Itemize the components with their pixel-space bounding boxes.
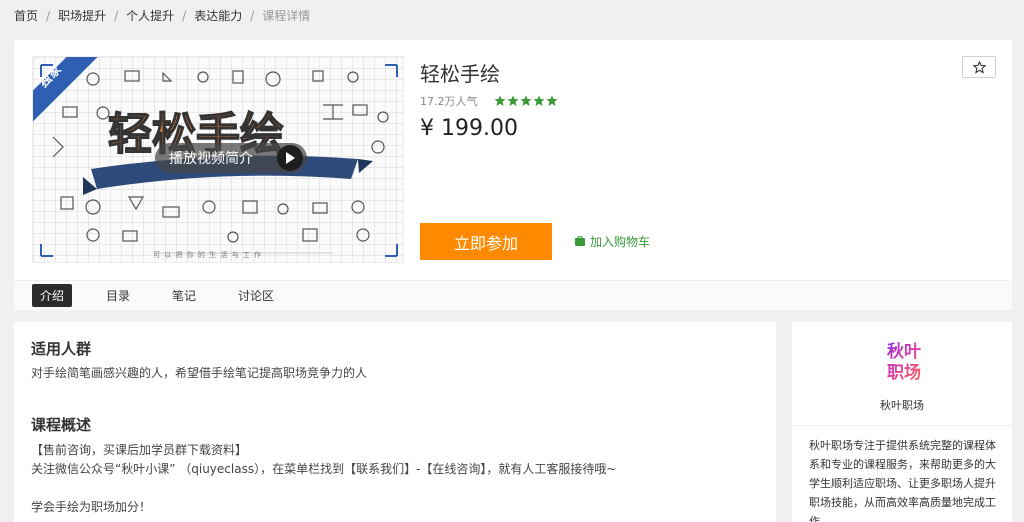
overview-line-3: 学会手绘为职场加分！: [31, 500, 152, 514]
provider-card: 秋叶 职场 秋叶职场 秋叶职场专注于提供系统完整的课程体系和专业的课程服务，来帮…: [792, 322, 1012, 522]
play-intro-button[interactable]: 播放视频简介: [155, 143, 307, 173]
cover-footer-text: 可 以 把 你 的 生 活 与 工 作: [153, 251, 263, 259]
course-title: 轻松手绘: [420, 62, 500, 86]
breadcrumb-career[interactable]: 职场提升: [58, 7, 106, 24]
audience-title: 适用人群: [31, 340, 92, 358]
course-price: ¥ 199.00: [420, 116, 518, 141]
star-icon: [507, 95, 518, 106]
tab-discussion[interactable]: 讨论区: [230, 284, 282, 307]
cart-icon: [575, 236, 585, 246]
provider-logo-line-1: 秋叶: [887, 342, 921, 362]
breadcrumb-home[interactable]: 首页: [14, 7, 38, 24]
exclusive-badge-label: 独家: [36, 61, 65, 91]
exclusive-badge: 独家: [33, 57, 103, 127]
course-meta: 17.2万人气: [420, 93, 558, 109]
provider-name[interactable]: 秋叶职场: [792, 397, 1012, 413]
course-tabs: 介绍 目录 笔记 讨论区: [14, 280, 1012, 310]
course-card: 轻松手绘 独家 播放视频简介 可 以 把 你 的 生 活 与 工 作 轻松手绘 …: [14, 40, 1012, 310]
star-icon: [546, 95, 557, 106]
tab-notes[interactable]: 笔记: [164, 284, 204, 307]
star-icon: [520, 95, 531, 106]
tab-catalog[interactable]: 目录: [98, 284, 138, 307]
overview-title: 课程概述: [31, 416, 92, 434]
tab-intro[interactable]: 介绍: [32, 284, 73, 307]
breadcrumb-separator: /: [182, 8, 187, 23]
popularity-count: 17.2万人气: [420, 95, 478, 108]
divider: [792, 425, 1012, 426]
breadcrumb-current: 课程详情: [262, 9, 311, 23]
provider-logo[interactable]: 秋叶 职场: [880, 342, 928, 384]
overview-line-2: 关注微信公众号“秋叶小课” （qiuyeclass），在菜单栏找到【联系我们】-…: [31, 462, 617, 476]
breadcrumb-separator: /: [46, 8, 51, 23]
star-icon: [533, 95, 544, 106]
breadcrumb: 首页 / 职场提升 / 个人提升 / 表达能力 / 课程详情: [14, 7, 310, 24]
audience-text: 对手绘简笔画感兴趣的人，希望借手绘笔记提高职场竞争力的人: [31, 366, 368, 380]
overview-line-1: 【售前咨询，买课后加学员群下载资料】: [31, 443, 248, 457]
rating-stars: [494, 95, 558, 107]
course-cover[interactable]: 轻松手绘 独家 播放视频简介 可 以 把 你 的 生 活 与 工 作: [32, 56, 404, 263]
breadcrumb-expression[interactable]: 表达能力: [194, 7, 242, 24]
breadcrumb-separator: /: [114, 8, 119, 23]
add-to-cart-label: 加入购物车: [590, 235, 651, 249]
star-icon: [494, 95, 505, 106]
breadcrumb-separator: /: [250, 8, 255, 23]
intro-content: 适用人群 对手绘简笔画感兴趣的人，希望借手绘笔记提高职场竞争力的人 课程概述 【…: [14, 322, 776, 522]
add-to-cart-link[interactable]: 加入购物车: [574, 233, 650, 250]
provider-description: 秋叶职场专注于提供系统完整的课程体系和专业的课程服务，来帮助更多的大学生顺利适应…: [809, 439, 996, 522]
star-outline-icon: [972, 60, 986, 74]
join-course-button[interactable]: 立即参加: [420, 223, 552, 260]
play-icon[interactable]: [277, 145, 303, 171]
favorite-button[interactable]: [962, 56, 996, 78]
breadcrumb-personal[interactable]: 个人提升: [126, 7, 174, 24]
provider-logo-line-2: 职场: [887, 363, 921, 383]
play-intro-label: 播放视频简介: [169, 151, 253, 167]
